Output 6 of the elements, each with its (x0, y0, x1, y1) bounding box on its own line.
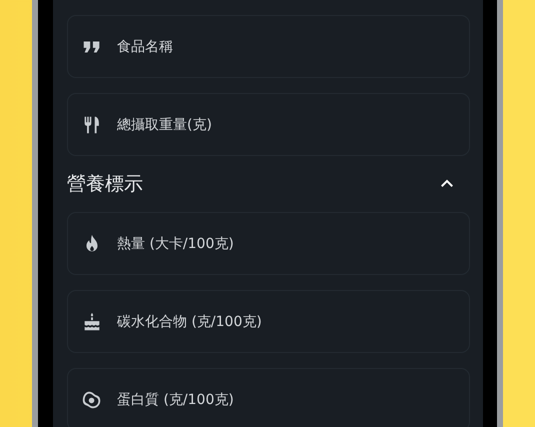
input-field[interactable]: 碳水化合物 (克/100克) (117, 314, 469, 330)
input-field[interactable]: 蛋白質 (克/100克) (117, 392, 469, 408)
section-title: 營養標示 (67, 172, 143, 197)
input-field[interactable]: 食品名稱 (117, 38, 469, 54)
input-field[interactable]: 熱量 (大卡/100克) (117, 236, 469, 252)
input-field[interactable]: 總攝取重量(克) (117, 116, 469, 132)
